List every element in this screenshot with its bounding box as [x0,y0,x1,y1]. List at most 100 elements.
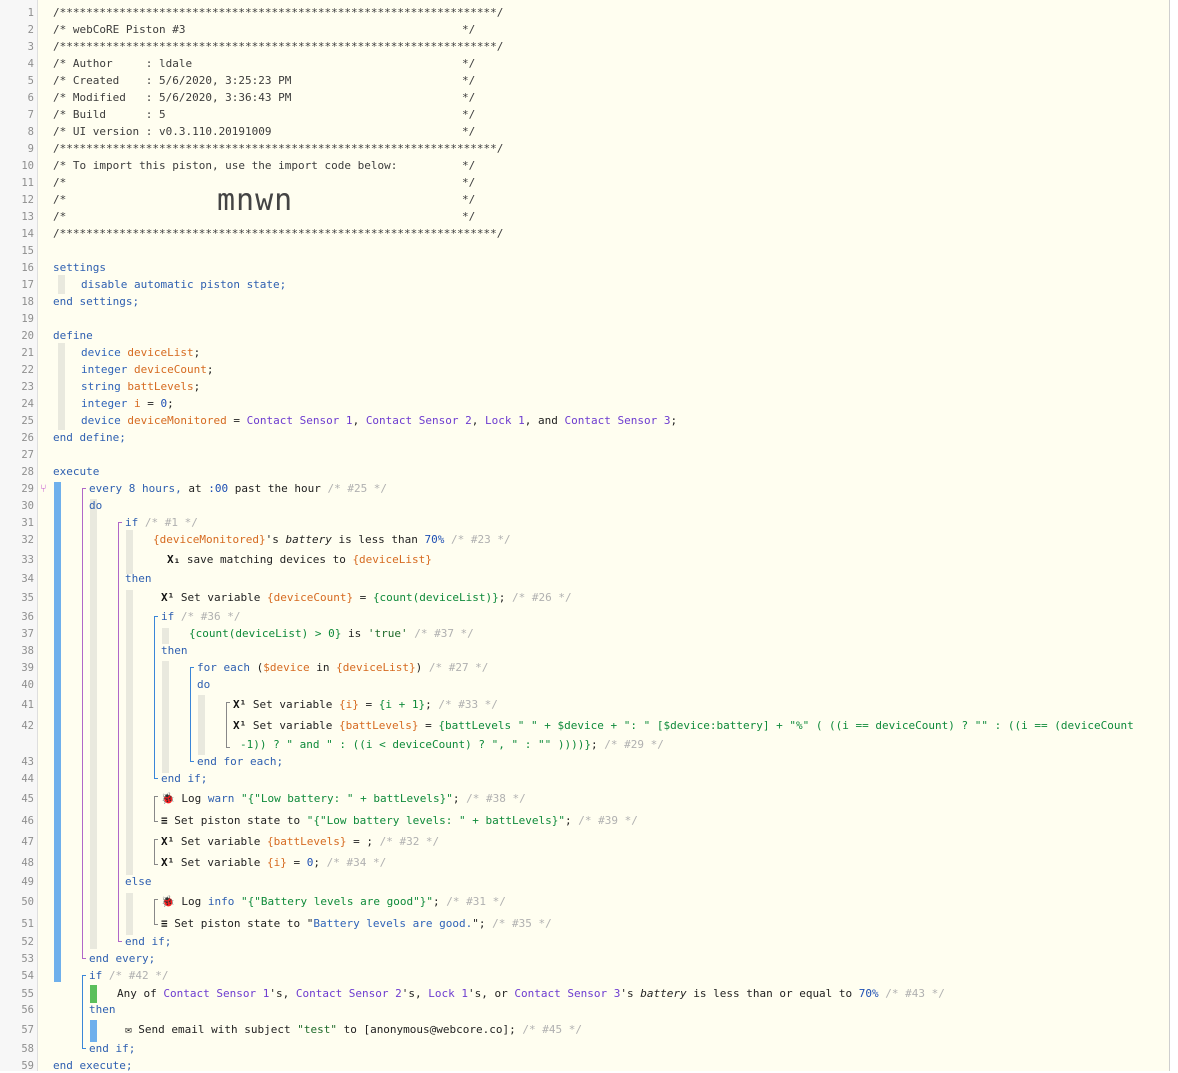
line-number: 53 [21,953,34,965]
if-statement[interactable]: if /* #36 */ [161,610,240,624]
target-var: {battLevels} [266,835,347,848]
variable-icon: X¹ [161,835,175,848]
if-keyword: if [89,969,103,982]
header-import-note: /* To import this piston, use the import… [53,159,398,172]
separator: , [471,414,486,427]
if-statement[interactable]: if /* #1 */ [125,516,198,530]
line-number: 22 [21,364,34,376]
statement-id: /* #35 */ [485,917,552,930]
condition[interactable]: Any of Contact Sensor 1's, Contact Senso… [117,987,945,1001]
import-code[interactable]: mnwn [217,183,293,219]
comparison: is less than [331,533,425,546]
statement-id: /* #39 */ [571,814,638,827]
every-time: :00 [208,482,229,495]
settings-keyword[interactable]: settings [53,261,106,275]
condition[interactable]: {count(deviceList) > 0} is 'true' /* #37… [189,627,474,641]
expression: {count(deviceList) > 0} [189,627,342,640]
variable-declaration[interactable]: device deviceMonitored = Contact Sensor … [81,414,677,428]
settings-statement[interactable]: disable automatic piston state; [81,278,286,292]
variable-icon: X¹ [161,856,175,869]
quote: " [472,917,479,930]
indent-guide [126,530,133,574]
semicolon: ; [193,380,201,393]
line-number: 39 [21,662,34,674]
set-variable-statement[interactable]: X¹ Set variable {battLevels} = {battLeve… [233,719,1134,733]
header-close: */ [462,108,476,121]
header-close: */ [462,193,476,206]
line-number: 38 [21,645,34,657]
variable-declaration[interactable]: device deviceList; [81,346,200,360]
if-keyword: if [161,610,175,623]
expression: -1)) ? " and " : ((i < deviceCount) ? ",… [240,738,591,751]
header-open: /* [53,210,67,223]
semicolon: ; [313,856,320,869]
do-keyword: do [197,678,211,691]
line-number: 29 [21,483,34,495]
assign: = [418,719,439,732]
end-every: end every; [89,952,156,965]
assign: = [353,591,373,604]
state-value: Battery levels are good. [313,917,473,930]
variable-declaration[interactable]: integer i = 0; [81,397,174,411]
line-number: 33 [21,554,34,566]
indent-guide [58,275,65,294]
statement-id: /* #36 */ [174,610,241,623]
separator: 's, [401,987,429,1000]
header-build: /* Build : 5 [53,108,166,121]
device-name: Contact Sensor 3 [514,987,621,1000]
set-variable-statement[interactable]: X¹ Set variable {i} = 0; /* #34 */ [161,856,386,870]
line-number: 3 [27,41,34,53]
set-variable-statement[interactable]: X¹ Set variable {deviceCount} = {count(d… [161,591,572,605]
if-statement[interactable]: if /* #42 */ [89,969,168,983]
set-variable-statement[interactable]: X¹ Set variable {i} = {i + 1}; /* #33 */ [233,698,498,712]
bug-icon: 🐞 [161,792,175,805]
line-number: 21 [21,347,34,359]
line-number: 28 [21,466,34,478]
else-keyword: else [125,875,152,888]
condition-true-bar [90,985,97,1003]
for-each-statement[interactable]: for each ($device in {deviceList}) /* #2… [197,661,488,675]
save-matching-devices[interactable]: X₁ save matching devices to {deviceList} [167,553,432,567]
semicolon: ; [193,346,201,359]
every-statement[interactable]: every 8 hours, at :00 past the hour /* #… [89,482,387,496]
set-state-statement[interactable]: ≡ Set piston state to "{"Low battery lev… [161,814,638,828]
condition[interactable]: {deviceMonitored}'s battery is less than… [153,533,511,547]
expression: {i + 1} [378,698,426,711]
log-statement[interactable]: 🐞 Log info "{"Battery levels are good"}"… [161,895,506,909]
in-text: in [309,661,337,674]
variable-declaration[interactable]: string battLevels; [81,380,200,394]
compare-value: 70% [424,533,445,546]
header-close: */ [462,91,476,104]
send-email-statement[interactable]: ✉ Send email with subject "test" to [ano… [125,1023,582,1037]
expression: {count(deviceList)} [372,591,499,604]
header-author: /* Author : ldale [53,57,193,70]
var-name: deviceMonitored [127,414,227,427]
define-keyword[interactable]: define [53,329,93,343]
state-icon: ≡ [161,814,168,827]
indent-guide [162,661,169,773]
variable-declaration[interactable]: integer deviceCount; [81,363,213,377]
separator: , and [524,414,565,427]
if-bracket [82,975,86,1049]
line-number: 17 [21,279,34,291]
set-state-statement[interactable]: ≡ Set piston state to "Battery levels ar… [161,917,552,931]
header-rule: /***************************************… [53,6,504,19]
set-state-text: Set piston state to [167,917,307,930]
do-keyword: do [89,499,103,512]
device-name: Contact Sensor 2 [295,987,402,1000]
device-name: Lock 1 [428,987,469,1000]
log-level: info [207,895,235,908]
assign: = [140,397,161,410]
set-variable-statement[interactable]: X¹ Set variable {battLevels} = ; /* #32 … [161,835,439,849]
line-number: 15 [21,245,34,257]
end-if: end if; [125,935,172,948]
log-statement[interactable]: 🐞 Log warn "{"Low battery: " + battLevel… [161,792,526,806]
set-text: Set variable [174,591,267,604]
every-bracket [82,488,86,959]
line-number: 7 [27,109,34,121]
semicolon: ; [591,738,598,751]
is-text: is [341,627,368,640]
execute-keyword[interactable]: execute [53,465,99,479]
branch-icon[interactable]: ⑂ [40,482,47,496]
line-number: 43 [21,756,34,768]
